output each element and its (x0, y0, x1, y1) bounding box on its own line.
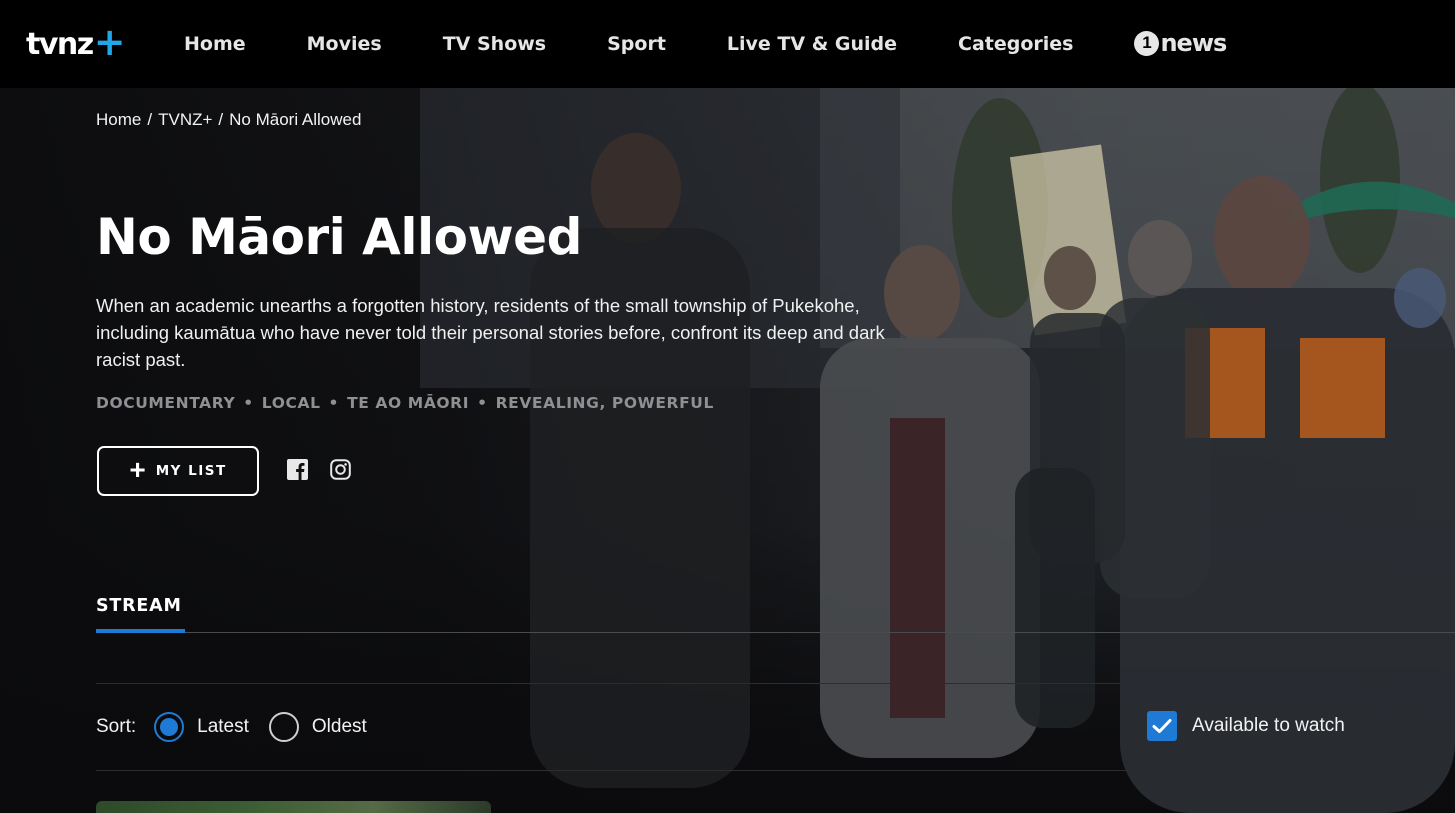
breadcrumb-current: No Māori Allowed (229, 110, 362, 129)
top-navigation-bar: tvnz + Home Movies TV Shows Sport Live TV… (0, 0, 1455, 88)
breadcrumb-separator: / (218, 110, 224, 129)
episode-thumbnail[interactable] (96, 801, 491, 813)
sort-latest-radio[interactable] (154, 712, 185, 742)
checkmark-icon (1152, 719, 1172, 733)
content-tabs: STREAM (96, 596, 1455, 633)
sort-latest-label[interactable]: Latest (197, 716, 249, 738)
tag-separator: • (477, 394, 488, 412)
nav-sport[interactable]: Sport (607, 33, 666, 55)
show-description: When an academic unearths a forgotten hi… (96, 295, 885, 370)
page: tvnz + Home Movies TV Shows Sport Live TV… (0, 0, 1455, 813)
tag-revealing-powerful: REVEALING, POWERFUL (495, 394, 714, 412)
plus-icon: + (129, 453, 146, 485)
divider (96, 683, 1367, 684)
sort-controls: Sort: Latest Oldest (96, 710, 387, 744)
sort-oldest-label[interactable]: Oldest (312, 716, 367, 738)
my-list-button[interactable]: + MY LIST (97, 446, 259, 496)
1news-link[interactable]: 1 news (1134, 29, 1227, 57)
divider (96, 770, 1367, 771)
tag-documentary: DOCUMENTARY (96, 394, 236, 412)
sort-oldest-radio[interactable] (268, 712, 299, 742)
show-title: No Māori Allowed (96, 208, 582, 266)
1news-word: news (1160, 29, 1227, 57)
facebook-icon[interactable] (287, 459, 308, 480)
1news-digit: 1 (1134, 30, 1160, 56)
tvnz-plus-logo[interactable]: tvnz + (26, 20, 126, 64)
show-tags: DOCUMENTARY • LOCAL • TE AO MĀORI • REVE… (96, 394, 714, 412)
logo-text: tvnz (26, 26, 94, 62)
available-to-watch-label[interactable]: Available to watch (1192, 715, 1345, 737)
nav-movies[interactable]: Movies (307, 33, 382, 55)
nav-live-tv-guide[interactable]: Live TV & Guide (727, 33, 897, 55)
breadcrumb-tvnz-plus[interactable]: TVNZ+ (158, 110, 212, 130)
breadcrumb-separator: / (147, 110, 153, 129)
available-to-watch-filter: Available to watch (1147, 711, 1345, 741)
breadcrumb-home[interactable]: Home (96, 110, 141, 130)
tag-te-ao-maori: TE AO MĀORI (347, 394, 470, 412)
nav-categories[interactable]: Categories (958, 33, 1073, 55)
tab-stream[interactable]: STREAM (96, 596, 185, 633)
nav-tv-shows[interactable]: TV Shows (443, 33, 546, 55)
breadcrumb: Home / TVNZ+ / No Māori Allowed (96, 110, 361, 130)
nav-home[interactable]: Home (184, 33, 246, 55)
radio-selected-dot (160, 718, 179, 736)
tag-local: LOCAL (261, 394, 321, 412)
main-nav: Home Movies TV Shows Sport Live TV & Gui… (184, 0, 1227, 88)
available-to-watch-checkbox[interactable] (1147, 711, 1177, 741)
instagram-icon[interactable] (330, 459, 351, 480)
logo-plus: + (93, 20, 126, 64)
tag-separator: • (243, 394, 254, 412)
tag-separator: • (328, 394, 340, 412)
sort-label: Sort: (96, 716, 137, 737)
my-list-label: MY LIST (155, 463, 227, 479)
